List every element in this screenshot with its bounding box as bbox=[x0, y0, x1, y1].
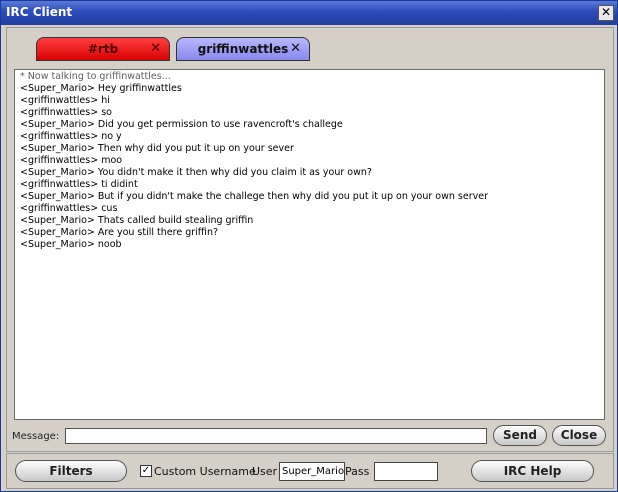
irc-help-button[interactable]: IRC Help bbox=[471, 460, 594, 482]
message-label: Message: bbox=[12, 431, 60, 442]
message-input[interactable] bbox=[65, 428, 487, 444]
chat-system-line: * Now talking to griffinwattles... bbox=[20, 71, 171, 82]
window-title: IRC Client bbox=[6, 5, 73, 19]
pass-label: Pass bbox=[345, 465, 370, 478]
window-close-icon[interactable]: ✕ bbox=[598, 5, 614, 21]
chat-line: <Super_Mario> Thats called build stealin… bbox=[20, 215, 254, 226]
chat-panel: #rtb ✕ griffinwattles ✕ * Now talking to… bbox=[6, 27, 614, 452]
tab-label: #rtb bbox=[87, 42, 119, 56]
chat-line: <griffinwattles> so bbox=[20, 107, 112, 118]
irc-client-window: IRC Client ✕ #rtb ✕ griffinwattles ✕ * N… bbox=[0, 0, 618, 492]
custom-username-label: Custom Username bbox=[154, 465, 256, 478]
chat-line: <Super_Mario> Hey griffinwattles bbox=[20, 83, 182, 94]
tab-close-icon[interactable]: ✕ bbox=[290, 38, 301, 60]
password-input[interactable] bbox=[374, 462, 438, 481]
tab-griffinwattles[interactable]: griffinwattles ✕ bbox=[176, 37, 310, 61]
chat-line: <Super_Mario> Are you still there griffi… bbox=[20, 227, 219, 238]
chat-line: <Super_Mario> You didn't make it then wh… bbox=[20, 167, 372, 178]
chat-line: <Super_Mario> But if you didn't make the… bbox=[20, 191, 488, 202]
chat-line: <griffinwattles> moo bbox=[20, 155, 123, 166]
user-label: User bbox=[252, 465, 278, 478]
chat-line: <griffinwattles> cus bbox=[20, 203, 118, 214]
send-button[interactable]: Send bbox=[493, 425, 547, 446]
chat-line: <Super_Mario> noob bbox=[20, 239, 122, 250]
chat-line: <griffinwattles> hi bbox=[20, 95, 110, 106]
username-input[interactable]: Super_Mario bbox=[279, 462, 345, 481]
tab-close-icon[interactable]: ✕ bbox=[150, 38, 161, 60]
title-bar[interactable]: IRC Client ✕ bbox=[1, 1, 617, 25]
filters-button[interactable]: Filters bbox=[15, 460, 127, 482]
custom-username-checkbox[interactable]: ✓ bbox=[140, 465, 152, 477]
chat-line: <griffinwattles> no y bbox=[20, 131, 122, 142]
chat-log[interactable]: * Now talking to griffinwattles... <Supe… bbox=[14, 69, 605, 420]
tab-label: griffinwattles bbox=[197, 42, 289, 56]
tab-rtb[interactable]: #rtb ✕ bbox=[36, 37, 170, 61]
chat-line: <Super_Mario> Then why did you put it up… bbox=[20, 143, 294, 154]
close-button[interactable]: Close bbox=[552, 425, 606, 446]
chat-line: <griffinwattles> ti didint bbox=[20, 179, 138, 190]
chat-line: <Super_Mario> Did you get permission to … bbox=[20, 119, 343, 130]
